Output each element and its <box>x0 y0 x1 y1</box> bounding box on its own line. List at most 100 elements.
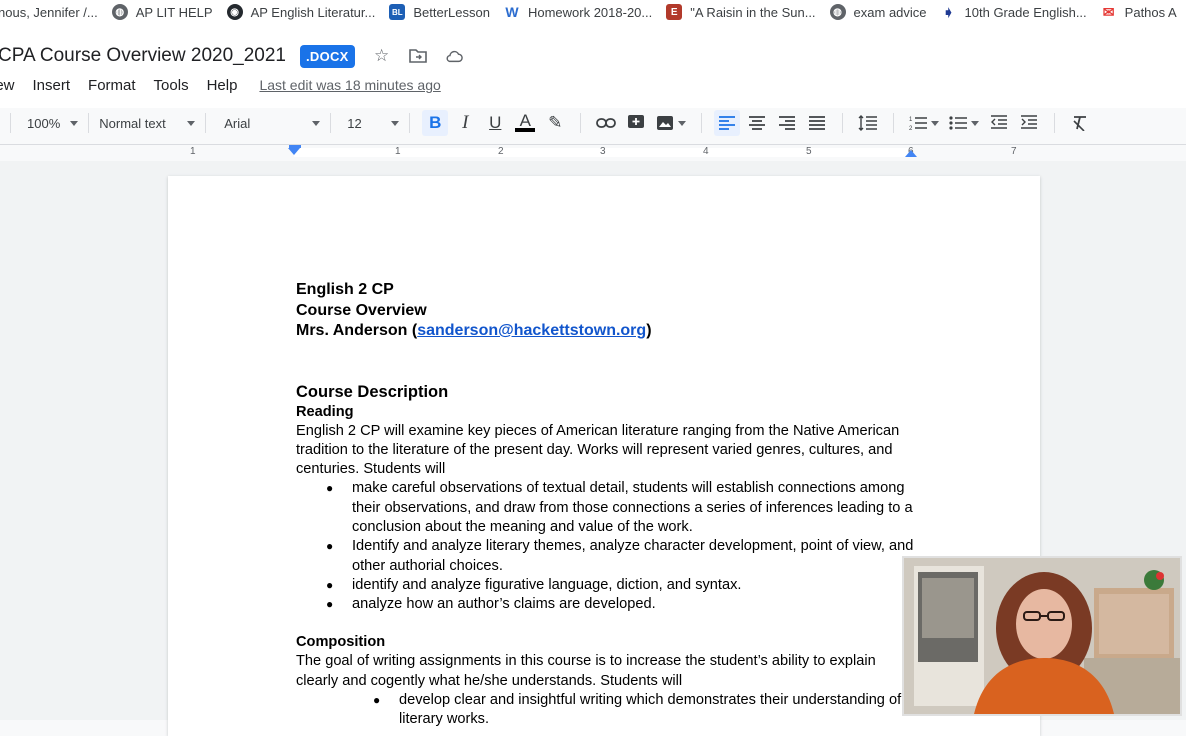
globe-icon: ◍ <box>829 4 846 20</box>
cloud-status-icon[interactable] <box>445 47 463 65</box>
insert-link-icon[interactable] <box>593 110 619 136</box>
format-badge: .DOCX <box>299 44 355 68</box>
bookmark-label: Pathos A <box>1124 4 1177 20</box>
teacher-email-link[interactable]: sanderson@hackettstown.org <box>417 322 646 339</box>
bookmark-item[interactable]: nous, Jennifer /... <box>0 5 98 20</box>
justify-icon[interactable] <box>804 110 830 136</box>
zoom-select[interactable]: 100% <box>27 115 79 131</box>
document-title[interactable]: CPA Course Overview 2020_2021 <box>0 45 286 67</box>
toolbar-divider <box>409 113 411 133</box>
document-body[interactable]: English 2 CP Course Overview Mrs. Anders… <box>296 280 916 730</box>
toolbar-divider <box>842 113 844 133</box>
right-indent-marker[interactable] <box>905 150 917 157</box>
underline-button[interactable]: U <box>482 110 508 136</box>
webcam-presenter-image <box>904 558 1180 714</box>
insert-image-icon[interactable] <box>653 110 689 136</box>
style-select[interactable]: Normal text <box>99 115 196 131</box>
toolbar-divider <box>701 113 703 133</box>
last-edit-link[interactable]: Last edit was 18 minutes ago <box>259 77 440 93</box>
section-heading: Course Description <box>296 382 449 401</box>
ruler-number: 3 <box>600 146 606 157</box>
bookmark-item[interactable]: BL BetterLesson <box>389 4 490 20</box>
highlight-icon[interactable]: ✎ <box>542 110 568 136</box>
reading-bullet-list: make careful observations of textual det… <box>296 479 916 614</box>
bookmark-item[interactable]: E "A Raisin in the Sun... <box>666 4 816 20</box>
menu-format[interactable]: Format <box>88 77 136 94</box>
reading-heading: Reading <box>296 403 354 420</box>
menu-view[interactable]: iew <box>0 77 15 94</box>
font-size-select[interactable]: 12 <box>347 115 400 131</box>
toolbar-divider <box>88 113 90 133</box>
align-center-icon[interactable] <box>744 110 770 136</box>
list-item: analyze how an author’s claims are devel… <box>296 595 916 615</box>
menu-insert[interactable]: Insert <box>33 77 71 94</box>
insert-comment-icon[interactable] <box>623 110 649 136</box>
title-bar: CPA Course Overview 2020_2021 .DOCX ☆ <box>0 40 1186 72</box>
bookmark-item[interactable]: ✉ Pathos A <box>1100 4 1177 20</box>
star-icon[interactable]: ☆ <box>373 46 391 65</box>
bookmark-item[interactable]: ◍ exam advice <box>829 4 927 20</box>
enotes-icon: E <box>666 4 683 20</box>
formatting-toolbar: 100% Normal text Arial 12 B I U A ✎ 1 2 <box>0 108 1186 138</box>
toolbar-divider <box>1054 113 1056 133</box>
bookmark-label: BetterLesson <box>413 4 490 20</box>
ruler-number: 1 <box>395 146 401 157</box>
left-indent-marker[interactable] <box>288 148 300 155</box>
doc-heading-line: Course Overview <box>296 301 427 319</box>
toolbar-divider <box>205 113 207 133</box>
bookmark-label: exam advice <box>853 4 927 20</box>
menu-tools[interactable]: Tools <box>154 77 189 94</box>
font-value: Arial <box>224 115 251 131</box>
weebly-icon: W <box>503 4 520 20</box>
move-folder-icon[interactable] <box>408 47 427 65</box>
bookmark-label: nous, Jennifer /... <box>0 4 98 20</box>
style-value: Normal text <box>99 115 166 131</box>
ruler[interactable]: 1 1 2 3 4 5 6 7 <box>0 144 1186 162</box>
list-item: make careful observations of textual det… <box>296 479 916 537</box>
chevron-down-icon <box>931 120 940 126</box>
bold-button[interactable]: B <box>422 110 449 136</box>
chevron-down-icon <box>187 120 196 126</box>
clear-formatting-icon[interactable] <box>1067 110 1093 136</box>
toolbar-divider <box>330 113 332 133</box>
line-spacing-icon[interactable] <box>855 110 881 136</box>
bookmark-label: Homework 2018-20... <box>527 4 653 20</box>
bookmark-item[interactable]: W Homework 2018-20... <box>503 4 653 20</box>
doc-heading-line: English 2 CP <box>296 281 394 298</box>
toolbar-divider <box>580 113 582 133</box>
toolbar-divider <box>10 113 11 133</box>
align-left-icon[interactable] <box>714 110 741 136</box>
chevron-down-icon <box>678 120 687 126</box>
bulleted-list-icon[interactable] <box>946 110 982 136</box>
bookmark-item[interactable]: ➧ 10th Grade English... <box>940 4 1087 20</box>
zoom-value: 100% <box>27 115 61 131</box>
toolbar-divider <box>893 113 895 133</box>
svg-text:1: 1 <box>909 117 913 123</box>
align-right-icon[interactable] <box>774 110 800 136</box>
svg-text:2: 2 <box>909 126 913 131</box>
globe-icon: ◍ <box>111 4 128 20</box>
ruler-number: 2 <box>498 146 504 157</box>
bookmarks-bar: nous, Jennifer /... ◍ AP LIT HELP ◉ AP E… <box>0 0 1186 25</box>
chevron-down-icon <box>70 120 79 126</box>
font-size-value: 12 <box>347 115 362 131</box>
text-color-icon: A <box>519 111 531 130</box>
teacher-line: Mrs. Anderson (sanderson@hackettstown.or… <box>296 321 916 342</box>
increase-indent-icon[interactable] <box>1016 110 1042 136</box>
font-select[interactable]: Arial <box>224 115 321 131</box>
arrow-icon: ➧ <box>940 4 957 20</box>
chevron-down-icon <box>971 120 980 126</box>
ruler-number: 7 <box>1011 146 1017 157</box>
list-item: identify and analyze figurative language… <box>296 576 916 596</box>
decrease-indent-icon[interactable] <box>986 110 1012 136</box>
italic-button[interactable]: I <box>452 110 478 136</box>
composition-heading: Composition <box>296 634 386 651</box>
webcam-overlay <box>902 556 1182 716</box>
menu-help[interactable]: Help <box>207 77 238 94</box>
bookmark-item[interactable]: ◉ AP English Literatur... <box>226 4 375 20</box>
composition-paragraph: The goal of writing assignments in this … <box>296 653 876 689</box>
text-color-button[interactable]: A <box>512 110 538 136</box>
numbered-list-icon[interactable]: 12 <box>906 110 942 136</box>
bookmark-item[interactable]: ◍ AP LIT HELP <box>111 4 213 20</box>
betterlesson-icon: BL <box>389 4 406 20</box>
